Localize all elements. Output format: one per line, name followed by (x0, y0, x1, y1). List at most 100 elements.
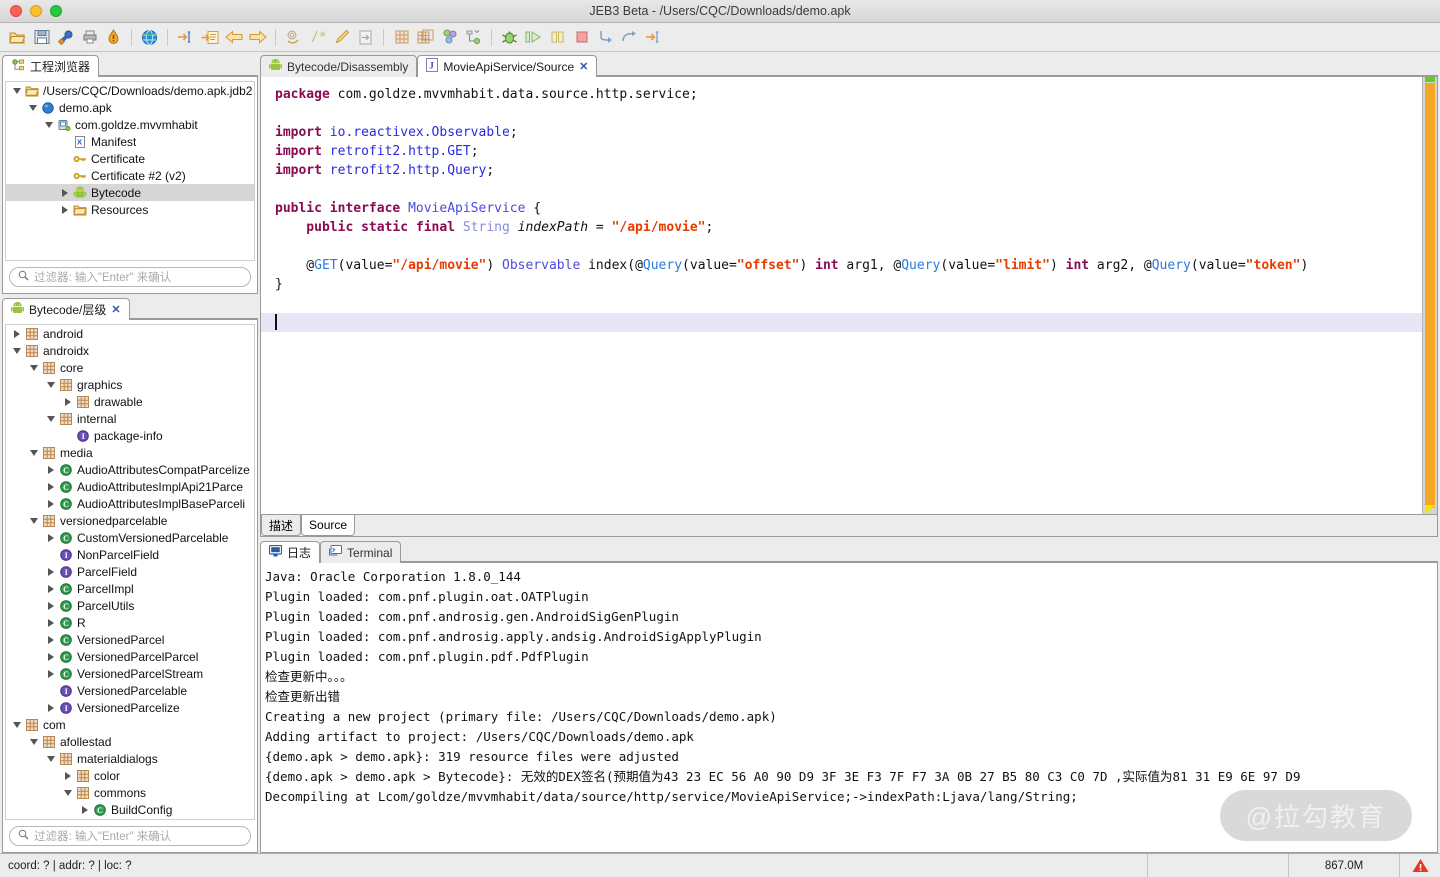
expand-twisty-icon[interactable] (44, 601, 57, 610)
expand-twisty-icon[interactable] (44, 533, 57, 542)
goto-address-icon[interactable] (174, 26, 197, 49)
expand-twisty-icon[interactable] (44, 499, 57, 508)
tree-row[interactable]: CR (6, 614, 254, 631)
editor-tab-1[interactable]: Bytecode/Disassembly (260, 55, 418, 77)
tree-row[interactable]: C VersionedParcel (6, 631, 254, 648)
collapse-twisty-icon[interactable] (27, 449, 40, 456)
tree-row[interactable]: core (6, 359, 254, 376)
tree-row[interactable]: C BuildConfig (6, 801, 254, 818)
close-icon[interactable]: ✕ (111, 303, 120, 316)
collapse-twisty-icon[interactable] (44, 381, 57, 388)
expand-twisty-icon[interactable] (61, 771, 74, 780)
step-into-icon[interactable] (594, 26, 617, 49)
collapse-twisty-icon[interactable] (44, 755, 57, 762)
zoom-window-button[interactable] (50, 5, 62, 17)
tree-row[interactable]: C AudioAttributesImplBaseParceli (6, 495, 254, 512)
collapse-twisty-icon[interactable] (61, 789, 74, 796)
editor-subtab-2[interactable]: Source (301, 515, 356, 536)
graph-nodes-icon[interactable] (438, 26, 461, 49)
expand-twisty-icon[interactable] (58, 205, 71, 214)
expand-twisty-icon[interactable] (44, 669, 57, 678)
collapse-twisty-icon[interactable] (10, 721, 23, 728)
tree-row[interactable]: internal (6, 410, 254, 427)
collapse-twisty-icon[interactable] (10, 347, 23, 354)
refactor-icon[interactable] (282, 26, 305, 49)
expand-twisty-icon[interactable] (61, 397, 74, 406)
globe-icon[interactable] (138, 26, 161, 49)
warning-drop-icon[interactable] (102, 26, 125, 49)
expand-twisty-icon[interactable] (44, 584, 57, 593)
tree-row[interactable]: drawable (6, 393, 254, 410)
editor-tab-2[interactable]: J MovieApiService/Source ✕ (417, 55, 598, 77)
expand-twisty-icon[interactable] (44, 465, 57, 474)
collapse-twisty-icon[interactable] (44, 415, 57, 422)
tree-row[interactable]: C VersionedParcelStream (6, 665, 254, 682)
tree-row[interactable]: Resources (6, 201, 254, 218)
tree-row[interactable]: materialdialogs (6, 750, 254, 767)
wrench-icon[interactable] (54, 26, 77, 49)
expand-twisty-icon[interactable] (10, 329, 23, 338)
hierarchy-filter-input[interactable]: 过滤器: 输入"Enter" 来确认 (9, 826, 251, 846)
step-out-icon[interactable] (642, 26, 665, 49)
tree-row[interactable]: demo.apk (6, 99, 254, 116)
status-memory[interactable]: 867.0M (1289, 854, 1399, 877)
grid-plus-icon[interactable] (414, 26, 437, 49)
tree-row[interactable]: /Users/CQC/Downloads/demo.apk.jdb2 (6, 82, 254, 99)
printer-icon[interactable] (78, 26, 101, 49)
stop-icon[interactable] (570, 26, 593, 49)
editor-subtab-1[interactable]: 描述 (261, 515, 302, 536)
editor-vertical-scrollbar[interactable] (1422, 77, 1437, 514)
close-icon[interactable]: ✕ (579, 60, 588, 73)
step-over-icon[interactable] (618, 26, 641, 49)
tree-row[interactable]: commons (6, 784, 254, 801)
collapse-twisty-icon[interactable] (27, 364, 40, 371)
warning-triangle-icon[interactable] (1400, 854, 1440, 877)
tree-row[interactable]: C AudioAttributesCompatParcelize (6, 461, 254, 478)
hierarchy-tree[interactable]: android androidx core graphics drawable inter… (5, 324, 255, 820)
tree-row[interactable]: versionedparcelable (6, 512, 254, 529)
debug-bug-icon[interactable] (498, 26, 521, 49)
tree-row[interactable]: X Manifest (6, 133, 254, 150)
tree-row[interactable]: I VersionedParcelable (6, 682, 254, 699)
tree-row[interactable]: media (6, 444, 254, 461)
expand-twisty-icon[interactable] (44, 618, 57, 627)
hierarchy-icon[interactable] (462, 26, 485, 49)
tree-row[interactable]: Certificate (6, 150, 254, 167)
collapse-twisty-icon[interactable] (42, 121, 55, 128)
source-code-view[interactable]: package com.goldze.mvvmhabit.data.source… (261, 77, 1422, 514)
goto-doc-icon[interactable] (198, 26, 221, 49)
expand-twisty-icon[interactable] (44, 635, 57, 644)
tab-project-explorer[interactable]: 工程浏览器 (2, 55, 100, 77)
collapse-twisty-icon[interactable] (26, 104, 39, 111)
collapse-twisty-icon[interactable] (27, 738, 40, 745)
tab-bytecode-hierarchy[interactable]: Bytecode/层级 ✕ (2, 298, 130, 320)
tree-row[interactable]: color (6, 767, 254, 784)
tree-row[interactable]: afollestad (6, 733, 254, 750)
scrollbar-thumb[interactable] (1425, 83, 1435, 508)
collapse-twisty-icon[interactable] (27, 517, 40, 524)
tree-row[interactable]: I VersionedParcelize (6, 699, 254, 716)
expand-twisty-icon[interactable] (44, 652, 57, 661)
tree-row[interactable]: C VersionedParcelParcel (6, 648, 254, 665)
close-window-button[interactable] (10, 5, 22, 17)
tree-row[interactable]: C CustomVersionedParcelable (6, 529, 254, 546)
tree-row[interactable]: C ParcelImpl (6, 580, 254, 597)
project-filter-input[interactable]: 过滤器: 输入"Enter" 来确认 (9, 267, 251, 287)
minimize-window-button[interactable] (30, 5, 42, 17)
pause-icon[interactable] (546, 26, 569, 49)
tree-row[interactable]: androidx (6, 342, 254, 359)
log-tab-1[interactable]: 日志 (260, 541, 321, 563)
expand-twisty-icon[interactable] (78, 805, 91, 814)
tree-row[interactable]: graphics (6, 376, 254, 393)
run-icon[interactable] (522, 26, 545, 49)
tree-row[interactable]: I ParcelField (6, 563, 254, 580)
forward-arrow-icon[interactable] (246, 26, 269, 49)
tree-row[interactable]: C ParcelUtils (6, 597, 254, 614)
back-arrow-icon[interactable] (222, 26, 245, 49)
grid-icon[interactable] (390, 26, 413, 49)
save-icon[interactable] (30, 26, 53, 49)
tree-row[interactable]: android (6, 325, 254, 342)
open-folder-icon[interactable] (6, 26, 29, 49)
expand-twisty-icon[interactable] (58, 188, 71, 197)
tree-row[interactable]: C AudioAttributesImplApi21Parce (6, 478, 254, 495)
